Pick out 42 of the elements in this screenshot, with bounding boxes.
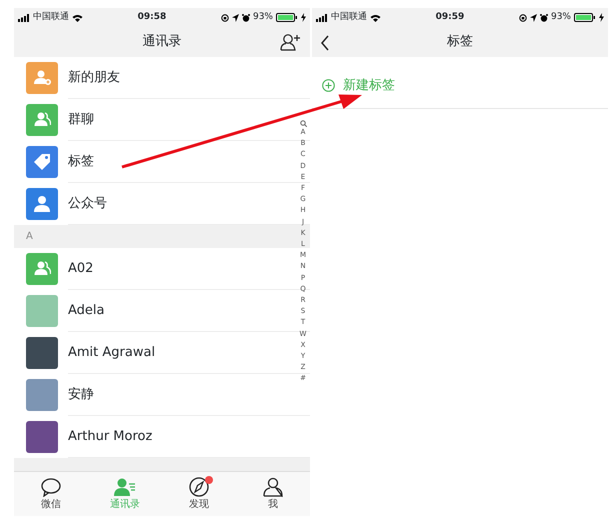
add-circle-icon[interactable] xyxy=(322,79,335,92)
status-time: 09:59 xyxy=(436,10,464,24)
carrier-name: 中国联通 xyxy=(33,10,69,24)
list-item-label[interactable]: 群聊 xyxy=(68,110,94,130)
alarm-icon xyxy=(242,14,250,22)
contact-name[interactable]: Arthur Moroz xyxy=(68,427,152,447)
chat-bubble-icon xyxy=(40,476,62,496)
screen-title: 通讯录 xyxy=(142,33,182,52)
signal-icon xyxy=(18,14,30,22)
add-contact-icon[interactable] xyxy=(280,33,300,52)
person-icon xyxy=(262,476,284,496)
contact-name[interactable]: Adela xyxy=(68,301,104,321)
back-icon[interactable] xyxy=(320,35,330,52)
tab-bar-item[interactable]: 发现 xyxy=(162,472,236,516)
battery-icon xyxy=(574,13,596,22)
list-item-label[interactable]: 新的朋友 xyxy=(68,68,120,88)
wifi-icon xyxy=(370,14,381,22)
carrier-name: 中国联通 xyxy=(331,10,367,24)
charging-icon xyxy=(300,13,306,22)
location-icon xyxy=(232,14,239,22)
screen-title: 标签 xyxy=(447,33,473,52)
charging-icon xyxy=(598,13,604,22)
tab-bar-item[interactable]: 微信 xyxy=(14,472,88,516)
location-icon xyxy=(530,14,537,22)
signal-icon xyxy=(316,14,328,22)
alarm-icon xyxy=(540,14,548,22)
search-icon[interactable] xyxy=(300,120,306,127)
battery-percent: 93% xyxy=(252,10,273,24)
contact-name[interactable]: Amit Agrawal xyxy=(68,343,156,363)
list-item-label[interactable]: 标签 xyxy=(68,152,94,172)
tab-bar-item[interactable]: 我 xyxy=(236,472,310,516)
wifi-icon xyxy=(72,14,83,22)
contact-name[interactable]: A02 xyxy=(68,259,94,279)
list-item-label[interactable]: 公众号 xyxy=(68,194,107,214)
compass-icon xyxy=(188,476,210,496)
battery-percent: 93% xyxy=(550,10,571,24)
contacts-icon xyxy=(114,476,136,496)
lock-rotation-icon xyxy=(220,14,229,22)
lock-rotation-icon xyxy=(518,14,527,22)
contact-name[interactable]: 安静 xyxy=(68,385,94,405)
battery-icon xyxy=(276,13,298,22)
status-time: 09:58 xyxy=(138,10,166,24)
